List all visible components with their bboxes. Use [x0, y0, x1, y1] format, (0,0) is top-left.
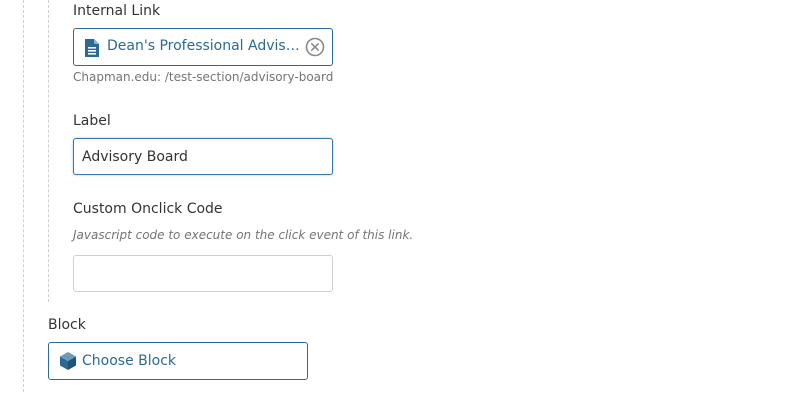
outer-guide-line [23, 0, 24, 392]
internal-link-selected-page: Dean's Professional Advisory Board [107, 38, 303, 54]
internal-link-path: Chapman.edu: /test-section/advisory-boar… [73, 70, 334, 84]
clear-circle-x-icon[interactable] [305, 37, 325, 61]
label-input[interactable] [73, 138, 333, 175]
document-icon [84, 38, 100, 62]
internal-link-chip[interactable]: Dean's Professional Advisory Board [73, 28, 333, 66]
custom-onclick-label: Custom Onclick Code [73, 201, 223, 217]
choose-block-label: Choose Block [82, 353, 177, 369]
cube-icon [58, 351, 78, 375]
choose-block-button[interactable]: Choose Block [48, 342, 308, 380]
custom-onclick-description: Javascript code to execute on the click … [73, 228, 414, 242]
inner-guide-line [48, 0, 49, 302]
block-label: Block [48, 317, 86, 333]
custom-onclick-input[interactable] [73, 255, 333, 292]
label-field-label: Label [73, 113, 111, 129]
internal-link-label: Internal Link [73, 3, 161, 19]
